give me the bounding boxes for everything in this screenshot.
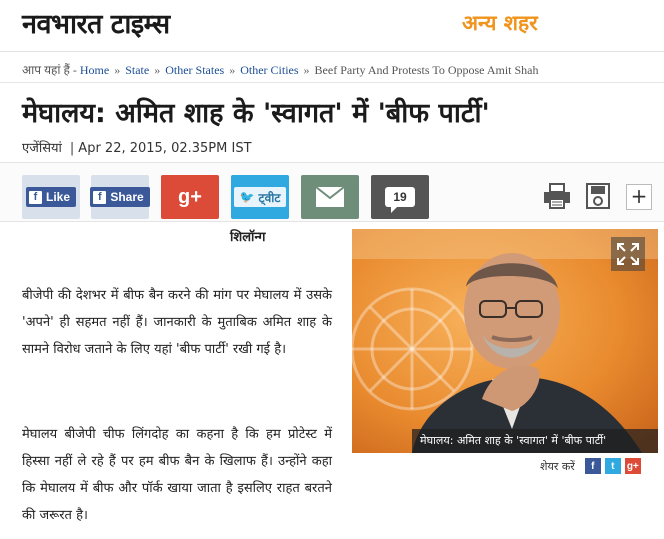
breadcrumb: आप यहां हैं - Home » State » Other State… [22, 61, 538, 78]
tweet-button[interactable]: 🐦 ट्वीट [231, 175, 289, 219]
article-date: Apr 22, 2015, 02.35PM IST [78, 141, 252, 156]
breadcrumb-current: Beef Party And Protests To Oppose Amit S… [314, 63, 539, 77]
envelope-icon [315, 186, 345, 207]
like-label: Like [45, 190, 70, 204]
google-plus-button[interactable]: g+ [161, 175, 219, 219]
twitter-bird-icon: 🐦 [239, 190, 255, 204]
article-paragraph: बीजेपी की देशभर में बीफ बैन करने की मांग… [22, 288, 332, 357]
article-dateline: शिलॉन्ग [230, 230, 266, 245]
breadcrumb-separator: » [229, 63, 236, 77]
save-icon[interactable] [586, 183, 610, 213]
share-label: Share [110, 190, 144, 204]
share-label: शेयर करें [540, 459, 575, 473]
article-paragraph: मेघालय बीजेपी चीफ लिंगदोह का कहना है कि … [22, 427, 332, 523]
facebook-icon: f [93, 190, 107, 204]
facebook-icon: f [28, 190, 42, 204]
divider [0, 82, 664, 83]
breadcrumb-home[interactable]: Home [80, 63, 109, 77]
photo-share-row: शेयर करें f t g+ [540, 457, 641, 475]
site-logo[interactable]: नवभारत टाइम्स [22, 4, 170, 41]
comments-button[interactable]: 19 [371, 175, 429, 219]
breadcrumb-state[interactable]: State [125, 63, 149, 77]
breadcrumb-other-cities[interactable]: Other Cities [240, 63, 298, 77]
article-meta: एजेंसियां | Apr 22, 2015, 02.35PM IST [22, 138, 252, 156]
breadcrumb-prefix: आप यहां हैं - [22, 63, 77, 77]
tweet-label: ट्वीट [258, 190, 281, 205]
facebook-icon[interactable]: f [584, 458, 601, 474]
email-button[interactable] [301, 175, 359, 219]
twitter-icon[interactable]: t [604, 458, 621, 474]
google-plus-label: g+ [178, 185, 202, 208]
breadcrumb-other-states[interactable]: Other States [165, 63, 224, 77]
breadcrumb-separator: » [303, 63, 310, 77]
article-source: एजेंसियां [22, 141, 62, 156]
facebook-like-button[interactable]: f Like [22, 175, 80, 219]
breadcrumb-separator: » [114, 63, 121, 77]
breadcrumb-separator: » [154, 63, 161, 77]
comment-count: 19 [393, 190, 407, 204]
expand-icon[interactable] [611, 237, 645, 271]
google-plus-icon[interactable]: g+ [624, 458, 641, 474]
meta-separator: | [69, 141, 75, 156]
font-size-plus-button[interactable]: + [626, 184, 652, 210]
comment-bubble-icon: 19 [385, 187, 415, 213]
photo-caption: मेघालय: अमित शाह के 'स्वागत' में 'बीफ पा… [412, 429, 658, 453]
facebook-share-button[interactable]: f Share [90, 175, 150, 219]
print-icon[interactable] [543, 183, 571, 213]
site-header: नवभारत टाइम्स अन्य शहर [0, 0, 664, 52]
section-title[interactable]: अन्य शहर [462, 9, 538, 37]
article-headline: मेघालय: अमित शाह के 'स्वागत' में 'बीफ पा… [22, 98, 490, 129]
